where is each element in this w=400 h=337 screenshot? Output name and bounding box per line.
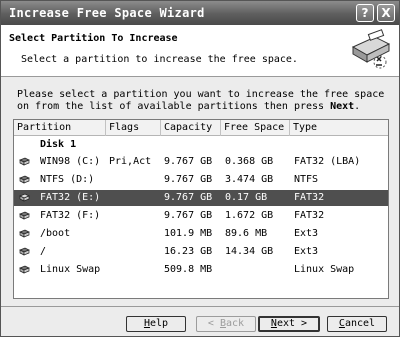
cell-capacity: 509.8 MB <box>164 264 213 275</box>
button-divider <box>1 306 399 307</box>
disk-row[interactable]: Disk 1 <box>14 137 388 153</box>
hard-drive-icon <box>19 247 30 256</box>
step-subtitle: Select a partition to increase the free … <box>21 54 298 65</box>
cell-free: 0.17 GB <box>225 192 268 203</box>
hard-drive-icon <box>19 211 30 220</box>
list-header: Partition Flags Capacity Free Space Type <box>14 120 388 136</box>
cell-capacity: 16.23 GB <box>164 246 213 257</box>
cell-flags <box>109 226 161 242</box>
disk-label: Disk 1 <box>40 139 77 150</box>
cell-capacity: 9.767 GB <box>164 192 213 203</box>
cell-free: 1.672 GB <box>225 210 274 221</box>
back-prefix: < <box>207 318 220 329</box>
window-title: Increase Free Space Wizard <box>9 6 205 20</box>
hard-drive-icon <box>19 193 30 202</box>
cell-partition: FAT32 (E:) <box>40 192 101 203</box>
cell-flags <box>109 262 161 278</box>
next-button[interactable]: Next > <box>258 316 320 332</box>
help-label: elp <box>149 318 169 329</box>
cell-type: FAT32 (LBA) <box>294 156 361 167</box>
instructions: Please select a partition you want to in… <box>17 89 387 113</box>
help-button[interactable]: Help <box>126 316 186 332</box>
cancel-label: ancel <box>344 318 376 329</box>
cancel-button[interactable]: Cancel <box>327 316 387 332</box>
partition-list[interactable]: Partition Flags Capacity Free Space Type… <box>13 119 389 299</box>
hard-drive-icon <box>19 229 30 238</box>
cell-partition: /boot <box>40 228 71 239</box>
step-title: Select Partition To Increase <box>9 33 178 44</box>
instructions-period: . <box>354 101 361 112</box>
cell-partition: / <box>40 246 47 257</box>
cell-partition: FAT32 (F:) <box>40 210 101 221</box>
cell-flags <box>109 208 161 224</box>
cell-type: FAT32 <box>294 210 325 221</box>
cell-free: 14.34 GB <box>225 246 274 257</box>
column-header-capacity[interactable]: Capacity <box>161 120 221 136</box>
hard-drive-icon <box>19 175 30 184</box>
column-header-type[interactable]: Type <box>290 120 388 136</box>
cell-capacity: 101.9 MB <box>164 228 213 239</box>
partition-wizard-icon <box>347 27 393 73</box>
cell-flags <box>109 244 161 260</box>
cell-type: Ext3 <box>294 228 319 239</box>
partition-row[interactable]: FAT32 (F:) 9.767 GB 1.672 GB FAT32 <box>14 208 388 224</box>
partition-row[interactable]: Linux Swap 509.8 MB Linux Swap <box>14 262 388 278</box>
partition-row[interactable]: / 16.23 GB 14.34 GB Ext3 <box>14 244 388 260</box>
wizard-window: Increase Free Space Wizard ? X Select Pa… <box>0 0 400 337</box>
cell-flags: Pri,Act <box>109 156 152 167</box>
column-header-partition[interactable]: Partition <box>14 120 106 136</box>
help-title-button[interactable]: ? <box>356 4 374 22</box>
back-button[interactable]: < Back <box>196 316 256 332</box>
column-header-free-space[interactable]: Free Space <box>221 120 290 136</box>
cell-free: 0.368 GB <box>225 156 274 167</box>
cell-capacity: 9.767 GB <box>164 210 213 221</box>
cell-flags <box>109 172 161 188</box>
wizard-header: Select Partition To Increase Select a pa… <box>1 25 399 77</box>
cell-type: NTFS <box>294 174 319 185</box>
cell-free: 3.474 GB <box>225 174 274 185</box>
cell-capacity: 9.767 GB <box>164 174 213 185</box>
partition-row[interactable]: NTFS (D:) 9.767 GB 3.474 GB NTFS <box>14 172 388 188</box>
back-label: ack <box>226 318 245 329</box>
partition-row[interactable]: FAT32 (E:) 9.767 GB 0.17 GB FAT32 <box>14 190 388 206</box>
cell-type: FAT32 <box>294 192 325 203</box>
title-bar[interactable]: Increase Free Space Wizard ? X <box>1 1 399 25</box>
cell-partition: WIN98 (C:) <box>40 156 101 167</box>
instructions-next-word: Next <box>330 101 355 112</box>
cell-type: Ext3 <box>294 246 319 257</box>
cell-flags <box>109 190 161 206</box>
cell-partition: Linux Swap <box>40 264 101 275</box>
column-header-flags[interactable]: Flags <box>106 120 161 136</box>
cell-free: 89.6 MB <box>225 228 268 239</box>
hard-drive-icon <box>19 157 30 166</box>
partition-row[interactable]: /boot 101.9 MB 89.6 MB Ext3 <box>14 226 388 242</box>
cell-capacity: 9.767 GB <box>164 156 213 167</box>
cell-free <box>225 262 289 278</box>
cell-type: Linux Swap <box>294 264 355 275</box>
next-label: ext > <box>276 318 308 329</box>
close-button[interactable]: X <box>377 4 395 22</box>
hard-drive-icon <box>19 265 30 274</box>
cell-partition: NTFS (D:) <box>40 174 95 185</box>
partition-row[interactable]: WIN98 (C:) Pri,Act 9.767 GB 0.368 GB FAT32 (… <box>14 154 388 170</box>
